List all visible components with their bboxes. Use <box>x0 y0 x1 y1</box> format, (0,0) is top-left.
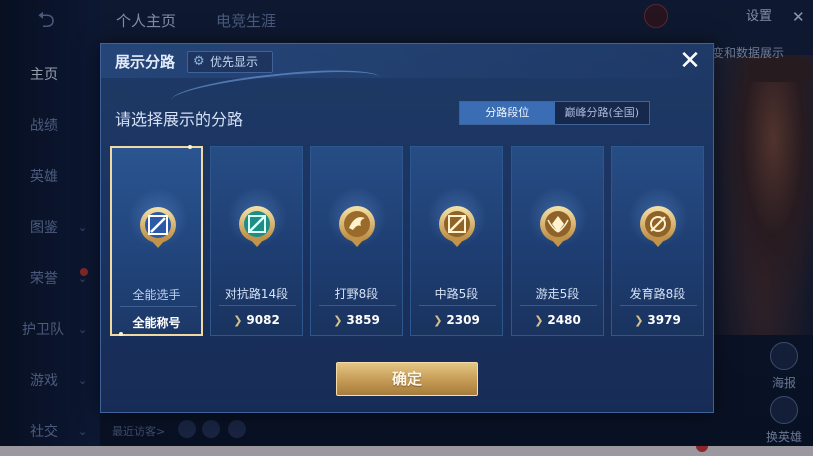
lane-display-modal: 展示分路 ⚙ 优先显示 ✕ 请选择展示的分路 分路段位 巅峰分路(全国) 全能选… <box>100 43 715 413</box>
lane-card-score: ❯ 2309 <box>411 313 502 327</box>
card-divider <box>120 306 197 307</box>
rank-chevron-icon: ❯ <box>634 314 644 327</box>
selected-corner-marker <box>119 332 123 336</box>
toggle-peak-lane-national[interactable]: 巅峰分路(全国) <box>555 102 650 124</box>
card-divider <box>219 305 296 306</box>
rank-chevron-icon: ❯ <box>333 314 343 327</box>
lane-source-toggle: 分路段位 巅峰分路(全国) <box>459 101 650 125</box>
rank-chevron-icon: ❯ <box>534 314 544 327</box>
card-divider <box>419 305 496 306</box>
clash-lane-emblem-icon <box>237 204 277 248</box>
modal-close-button[interactable]: ✕ <box>676 48 704 76</box>
gear-icon: ⚙ <box>193 54 205 69</box>
modal-title: 展示分路 <box>115 53 176 71</box>
lane-card-score: ❯ 3979 <box>612 313 703 327</box>
lane-card-score: ❯ 2480 <box>512 313 603 327</box>
confirm-button[interactable]: 确定 <box>336 362 478 396</box>
lane-card-score-value: 3859 <box>346 313 380 327</box>
jungle-emblem-icon <box>337 204 377 248</box>
mid-lane-emblem-icon <box>437 204 477 248</box>
lane-card[interactable]: 中路5段 ❯ 2309 <box>410 146 503 336</box>
lane-card-label: 对抗路14段 <box>224 287 289 301</box>
modal-subtitle: 请选择展示的分路 <box>115 110 244 129</box>
roam-emblem-icon <box>538 204 578 248</box>
lane-card[interactable]: 对抗路14段 ❯ 9082 <box>210 146 303 336</box>
lane-card-label: 游走5段 <box>535 287 580 301</box>
lane-card[interactable]: 全能选手 全能称号 <box>110 145 203 336</box>
selected-corner-marker <box>188 145 192 149</box>
card-divider <box>319 305 396 306</box>
lane-card-score: ❯ 3859 <box>311 313 402 327</box>
lane-card-score: 全能称号 <box>112 314 201 331</box>
priority-display-label: 优先显示 <box>210 55 259 69</box>
lane-card-label: 全能选手 <box>132 288 181 302</box>
lane-card[interactable]: 发育路8段 ❯ 3979 <box>611 146 704 336</box>
card-divider <box>620 305 697 306</box>
lane-card-score-value: 3979 <box>647 313 681 327</box>
lane-card-label: 发育路8段 <box>629 287 686 301</box>
toggle-lane-rank[interactable]: 分路段位 <box>460 102 555 124</box>
lane-card[interactable]: 游走5段 ❯ 2480 <box>511 146 604 336</box>
lane-card-label: 打野8段 <box>334 287 379 301</box>
lane-card-score-value: 2309 <box>446 313 480 327</box>
lane-card-score: ❯ 9082 <box>211 313 302 327</box>
lane-card-label: 中路5段 <box>434 287 479 301</box>
farm-lane-emblem-icon <box>638 204 678 248</box>
lane-card-list: 全能选手 全能称号 对抗路14段 ❯ 9082 打野8段 ❯ 3859 中路5段 ❯ 2309 游走5… <box>110 145 708 337</box>
rank-chevron-icon: ❯ <box>233 314 243 327</box>
all-round-emblem-icon <box>138 205 178 249</box>
lane-card-score-value: 全能称号 <box>132 316 181 330</box>
priority-display-button[interactable]: ⚙ 优先显示 <box>187 51 273 73</box>
lane-card[interactable]: 打野8段 ❯ 3859 <box>310 146 403 336</box>
card-divider <box>520 305 597 306</box>
lane-card-score-value: 9082 <box>246 313 280 327</box>
lane-card-score-value: 2480 <box>547 313 581 327</box>
rank-chevron-icon: ❯ <box>433 314 443 327</box>
